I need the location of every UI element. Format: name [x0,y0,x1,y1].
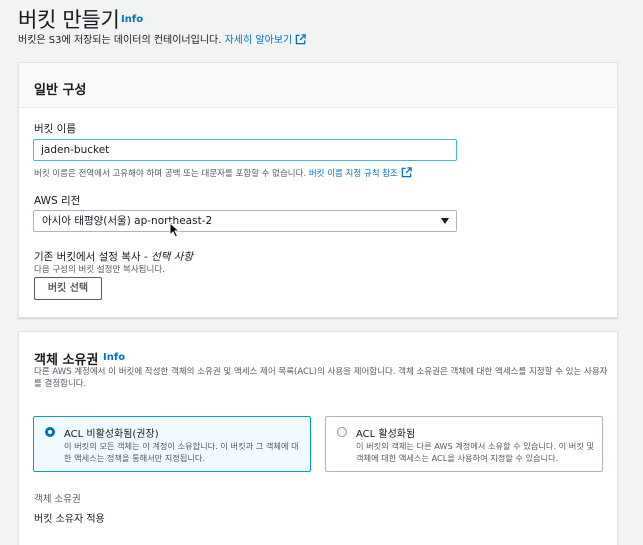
acl-enabled-description: 이 버킷의 객체는 다른 AWS 계정에서 소유할 수 있습니다. 이 버킷 및… [356,441,594,463]
object-ownership-panel: 객체 소유권 Info 다른 AWS 계정에서 이 버킷에 작성한 객체의 소유… [18,331,618,545]
object-ownership-field-label: 객체 소유권 [34,494,81,505]
choose-bucket-button[interactable]: 버킷 선택 [34,277,102,300]
mouse-pointer-icon [169,222,181,238]
acl-disabled-description: 이 버킷의 모든 객체는 이 계정이 소유합니다. 이 버킷과 그 객체에 대한… [64,441,299,463]
external-link-icon [295,34,306,45]
acl-enabled-radio[interactable] [337,427,347,437]
copy-settings-label-text: 기존 버킷에서 설정 복사 - [34,251,152,263]
aws-region-label: AWS 리전 [34,195,81,207]
copy-settings-optional: 선택 사항 [151,251,194,263]
page-title: 버킷 만들기 [18,8,120,32]
bucket-name-label: 버킷 이름 [34,123,76,135]
copy-settings-label: 기존 버킷에서 설정 복사 - 선택 사항 [34,249,193,264]
copy-settings-hint: 다음 구성의 버킷 설정만 복사됩니다. [34,265,165,275]
page-description-text: 버킷은 S3에 저장되는 데이터의 컨테이너입니다. [18,35,222,46]
bucket-name-hint-text: 버킷 이름은 전역에서 고유해야 하며 공백 또는 대문자를 포함할 수 없습니… [34,169,307,179]
bucket-naming-rules-label: 버킷 이름 지정 규칙 참조 [308,169,398,179]
bucket-name-hint: 버킷 이름은 전역에서 고유해야 하며 공백 또는 대문자를 포함할 수 없습니… [34,167,412,179]
page-info-link[interactable]: Info [121,14,143,25]
acl-disabled-radio[interactable] [45,427,55,437]
aws-region-select[interactable]: 아시아 태평양(서울) ap-northeast-2 [33,210,457,232]
learn-more-label: 자세히 알아보기 [224,35,293,46]
general-configuration-header: 일반 구성 [19,63,617,108]
page-description: 버킷은 S3에 저장되는 데이터의 컨테이너입니다. 자세히 알아보기 [18,31,306,46]
object-ownership-description: 다른 AWS 계정에서 이 버킷에 작성한 객체의 소유권 및 액세스 제어 목… [34,367,608,389]
acl-enabled-title: ACL 활성화됨 [356,429,416,440]
caret-down-icon [441,218,449,224]
bucket-name-input[interactable] [33,139,457,161]
object-ownership-info-link[interactable]: Info [103,352,125,363]
general-configuration-title: 일반 구성 [34,83,87,98]
acl-disabled-title: ACL 비활성화됨(권장) [64,429,159,440]
create-bucket-page: 버킷 만들기 Info 버킷은 S3에 저장되는 데이터의 컨테이너입니다. 자… [0,0,643,545]
external-link-icon [401,167,412,178]
aws-region-selected-value: 아시아 태평양(서울) ap-northeast-2 [42,215,213,227]
learn-more-link[interactable]: 자세히 알아보기 [224,34,307,46]
general-configuration-panel: 일반 구성 버킷 이름 버킷 이름은 전역에서 고유해야 하며 공백 또는 대문… [18,62,618,318]
acl-disabled-option[interactable]: ACL 비활성화됨(권장) 이 버킷의 모든 객체는 이 계정이 소유합니다. … [33,416,311,472]
object-ownership-field-value: 버킷 소유자 적용 [34,514,105,525]
acl-enabled-option[interactable]: ACL 활성화됨 이 버킷의 객체는 다른 AWS 계정에서 소유할 수 있습니… [325,416,603,472]
bucket-naming-rules-link[interactable]: 버킷 이름 지정 규칙 참조 [308,167,412,179]
